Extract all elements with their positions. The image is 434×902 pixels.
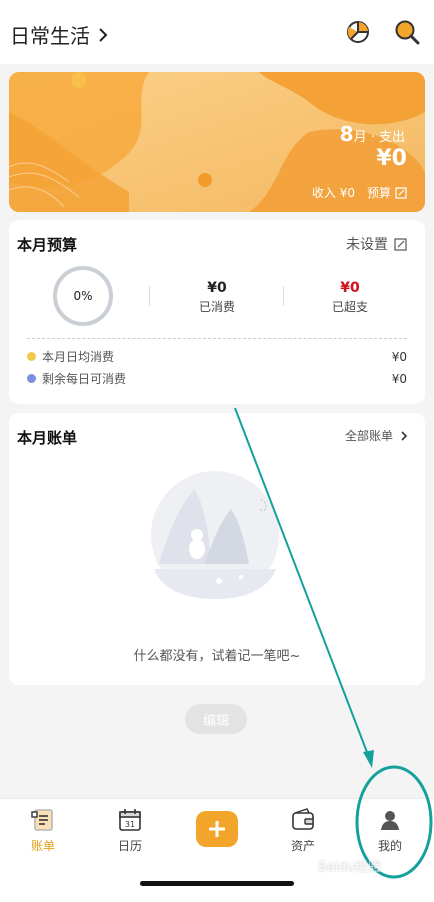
banner-month-label: 8月 · 支出: [339, 122, 405, 146]
income-label: 收入 ¥0: [311, 186, 355, 200]
daily-avg-value: ¥0: [391, 349, 407, 364]
empty-state-illustration-icon: [151, 471, 279, 599]
chevron-right-icon: [99, 27, 108, 42]
stats-chart-icon[interactable]: [344, 18, 372, 46]
remaining-daily-row: 剩余每日可消费 ¥0: [27, 370, 407, 387]
divider: [283, 286, 284, 306]
banner-expense-amount: ¥0: [376, 146, 407, 171]
empty-state-text: 什么都没有，试着记一笔吧~: [133, 649, 301, 664]
tab-mine-label: 我的: [377, 839, 402, 853]
search-icon[interactable]: [393, 18, 421, 46]
book-title: 日常生活: [10, 24, 90, 48]
budget-unset-label: 未设置: [346, 237, 388, 253]
spent-label: 已消费: [198, 300, 235, 314]
chevron-right-icon: [401, 430, 408, 441]
watermark-text: Baidu经验: [318, 860, 381, 875]
home-indicator[interactable]: [140, 881, 294, 886]
tab-calendar-label: 日历: [117, 839, 142, 853]
all-bills-link[interactable]: 全部账单: [345, 427, 409, 444]
monthly-summary-banner[interactable]: 8月 · 支出 ¥0 收入 ¥0 预算: [9, 72, 425, 212]
calendar-icon: 31: [119, 809, 141, 831]
budget-progress-ring: 0%: [53, 266, 113, 326]
monthly-bills-card: 本月账单 全部账单 什么都没有，试着记一笔吧~: [9, 413, 425, 685]
profile-icon: [381, 811, 399, 830]
bottom-tab-bar: 账单 31 日历 资产 我的: [0, 798, 434, 902]
remaining-daily-value: ¥0: [391, 371, 407, 386]
budget-edit-link[interactable]: 预算: [367, 184, 407, 201]
ledger-icon: [31, 809, 53, 831]
budget-label: 预算: [366, 186, 391, 200]
daily-avg-label: 本月日均消费: [42, 350, 115, 364]
over-value: ¥0: [340, 280, 360, 296]
all-bills-label: 全部账单: [344, 429, 393, 443]
edit-button[interactable]: 编辑: [185, 704, 247, 734]
blue-dot-icon: [27, 374, 36, 383]
divider: [149, 286, 150, 306]
top-bar: 日常生活: [0, 0, 434, 64]
calendar-day-number: 31: [125, 820, 135, 829]
spent-stat: ¥0 已消费: [157, 280, 277, 315]
remaining-daily-label: 剩余每日可消费: [42, 372, 127, 386]
tab-assets-label: 资产: [290, 839, 315, 853]
budget-card-title: 本月预算: [17, 236, 78, 254]
monthly-budget-card: 本月预算 未设置 0% ¥0 已消费 ¥0 已超支 本月日均消费 ¥0 剩余每日…: [9, 220, 425, 404]
book-selector[interactable]: 日常生活: [10, 20, 112, 49]
tab-ledger-label: 账单: [30, 839, 55, 853]
tab-ledger[interactable]: 账单: [13, 807, 73, 854]
over-stat: ¥0 已超支: [290, 280, 410, 315]
add-record-button[interactable]: [196, 811, 238, 847]
yellow-dot-icon: [27, 352, 36, 361]
dashed-divider: [27, 338, 407, 339]
spent-value: ¥0: [207, 280, 227, 296]
daily-avg-row: 本月日均消费 ¥0: [27, 348, 407, 365]
budget-unset-button[interactable]: 未设置: [346, 234, 407, 254]
bills-card-title: 本月账单: [17, 429, 78, 447]
edit-icon: [394, 237, 407, 251]
tab-assets[interactable]: 资产: [273, 807, 333, 854]
tab-calendar[interactable]: 31 日历: [100, 807, 160, 854]
edit-icon: [395, 186, 407, 199]
budget-progress-text: 0%: [73, 289, 93, 303]
banner-footer: 收入 ¥0 预算: [312, 184, 407, 201]
tab-mine[interactable]: 我的: [360, 807, 420, 854]
annotation-arrowhead-icon: [363, 750, 374, 768]
plus-icon: [209, 821, 225, 837]
over-label: 已超支: [331, 300, 368, 314]
wallet-icon: [292, 808, 314, 830]
